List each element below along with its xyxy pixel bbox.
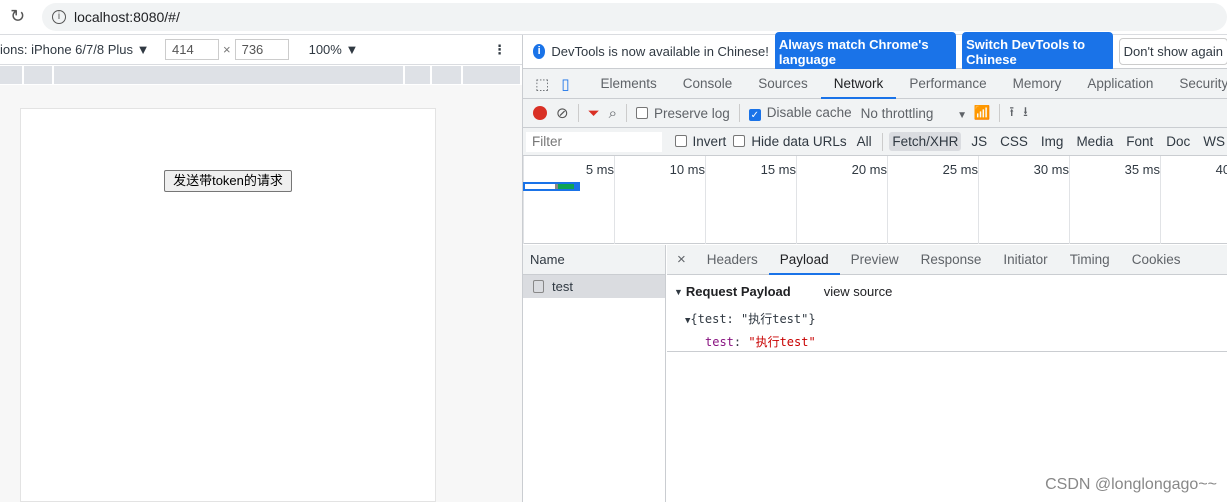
switch-to-chinese-button[interactable]: Switch DevTools to Chinese	[962, 31, 1113, 72]
network-overview-timeline[interactable]: 5 ms 10 ms 15 ms 20 ms 25 ms 30 ms 35 ms…	[523, 156, 1227, 244]
zoom-select[interactable]: 100% ▼	[309, 42, 359, 57]
import-har-icon[interactable]: ⭱	[1009, 102, 1014, 125]
width-input[interactable]: 414	[165, 39, 219, 60]
timeline-tick: 30 ms	[978, 156, 1069, 244]
device-toolbar-icon[interactable]: ▯	[561, 75, 569, 93]
tab-performance[interactable]: Performance	[896, 69, 999, 99]
more-options-icon[interactable]: ⋮	[493, 42, 506, 58]
media-query-ruler[interactable]	[0, 66, 520, 84]
height-input[interactable]: 736	[234, 39, 289, 60]
filter-input[interactable]: Filter	[526, 131, 662, 152]
detail-tabs: × Headers Payload Preview Response Initi…	[667, 245, 1227, 275]
request-list: Name test	[523, 245, 666, 502]
collapse-triangle-icon[interactable]: ▼	[674, 287, 683, 297]
devtools-panel: i DevTools is now available in Chinese! …	[522, 31, 1227, 502]
preserve-log-checkbox[interactable]: Preserve log	[636, 106, 730, 121]
close-icon[interactable]: ×	[667, 251, 696, 268]
type-css[interactable]: CSS	[997, 132, 1031, 151]
tab-cookies[interactable]: Cookies	[1121, 245, 1192, 275]
tab-security[interactable]: Security	[1166, 69, 1227, 99]
info-icon[interactable]: i	[52, 10, 66, 24]
tab-memory[interactable]: Memory	[1000, 69, 1075, 99]
device-toolbar: ions: iPhone 6/7/8 Plus ▼ 414 × 736 100%…	[0, 35, 522, 65]
type-doc[interactable]: Doc	[1163, 132, 1193, 151]
tab-sources[interactable]: Sources	[745, 69, 821, 99]
devtools-tabs: ⬚ ▯ Elements Console Sources Network Per…	[523, 69, 1227, 99]
request-payload-heading[interactable]: Request Payload	[686, 284, 791, 299]
type-all[interactable]: All	[854, 132, 875, 151]
info-icon: i	[533, 44, 546, 59]
timeline-tick: 10 ms	[614, 156, 705, 244]
device-select[interactable]: ions: iPhone 6/7/8 Plus ▼	[0, 42, 148, 57]
network-toolbar: ⊘ ⏷ ⌕ Preserve log ✓ Disable cache No thr…	[523, 99, 1227, 128]
tab-preview[interactable]: Preview	[840, 245, 910, 275]
payload-property: test: "执行test"	[705, 335, 816, 349]
request-detail: × Headers Payload Preview Response Initi…	[667, 245, 1227, 502]
record-icon[interactable]	[533, 106, 547, 120]
type-ws[interactable]: WS	[1200, 132, 1227, 151]
name-column-header[interactable]: Name	[523, 245, 665, 275]
times-icon: ×	[223, 42, 231, 57]
timeline-tick: 25 ms	[887, 156, 978, 244]
view-source-link[interactable]: view source	[824, 284, 893, 299]
url-bar[interactable]: i localhost:8080/#/	[42, 3, 1227, 31]
request-name: test	[552, 279, 573, 294]
search-icon[interactable]: ⌕	[609, 105, 617, 122]
send-token-request-button[interactable]: 发送带token的请求	[164, 170, 292, 192]
timeline-tick: 15 ms	[705, 156, 796, 244]
device-viewport	[20, 108, 436, 502]
reload-icon[interactable]: ↻	[10, 6, 25, 27]
hide-data-urls-checkbox[interactable]: Hide data URLs	[733, 134, 847, 149]
request-row[interactable]: test	[523, 275, 665, 298]
type-js[interactable]: JS	[968, 132, 990, 151]
tab-initiator[interactable]: Initiator	[992, 245, 1058, 275]
export-har-icon[interactable]: ⭳	[1023, 102, 1028, 125]
filter-bar: Filter Invert Hide data URLs All Fetch/X…	[523, 128, 1227, 156]
invert-checkbox[interactable]: Invert	[674, 134, 726, 149]
tab-application[interactable]: Application	[1074, 69, 1166, 99]
inspect-element-icon[interactable]: ⬚	[535, 75, 549, 93]
network-conditions-icon[interactable]: 📶	[974, 105, 991, 121]
tab-payload[interactable]: Payload	[768, 245, 840, 275]
always-match-language-button[interactable]: Always match Chrome's language	[774, 31, 957, 72]
timeline-tick: 5 ms	[523, 156, 614, 244]
type-font[interactable]: Font	[1123, 132, 1156, 151]
tab-network[interactable]: Network	[820, 69, 897, 99]
type-fetch-xhr[interactable]: Fetch/XHR	[889, 132, 962, 151]
clear-icon[interactable]: ⊘	[556, 104, 569, 122]
disable-cache-checkbox[interactable]: ✓ Disable cache	[748, 105, 852, 121]
url-text: localhost:8080/#/	[74, 9, 180, 25]
filter-icon[interactable]: ⏷	[588, 105, 600, 122]
watermark: CSDN @longlongago~~	[1045, 476, 1217, 493]
dont-show-again-button[interactable]: Don't show again	[1118, 38, 1227, 65]
timeline-tick: 35 ms	[1069, 156, 1160, 244]
type-media[interactable]: Media	[1073, 132, 1116, 151]
address-bar-area: ↻ i localhost:8080/#/	[0, 0, 1227, 35]
tab-headers[interactable]: Headers	[696, 245, 769, 275]
timeline-tick: 40 ms	[1160, 156, 1227, 244]
request-waterfall-bar	[523, 182, 580, 191]
tab-timing[interactable]: Timing	[1059, 245, 1121, 275]
payload-summary[interactable]: ▼{test: "执行test"}	[685, 310, 1227, 327]
timeline-tick: 20 ms	[796, 156, 887, 244]
language-infobar: i DevTools is now available in Chinese! …	[523, 31, 1227, 72]
throttling-select[interactable]: No throttling ▼	[861, 106, 967, 121]
infobar-message: DevTools is now available in Chinese!	[551, 44, 769, 59]
document-icon	[533, 280, 544, 293]
tab-console[interactable]: Console	[670, 69, 746, 99]
type-img[interactable]: Img	[1038, 132, 1067, 151]
tab-response[interactable]: Response	[910, 245, 993, 275]
tab-elements[interactable]: Elements	[587, 69, 669, 99]
